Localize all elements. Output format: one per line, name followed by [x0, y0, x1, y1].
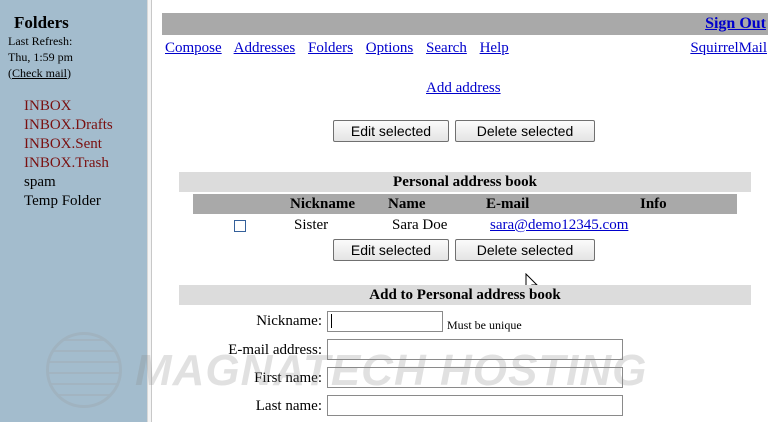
add-form-title: Add to Personal address book: [179, 285, 751, 305]
row-email-link[interactable]: sara@demo12345.com: [490, 217, 628, 234]
column-nickname: Nickname: [290, 196, 355, 212]
last-name-label: Last name:: [255, 398, 322, 414]
add-address-link[interactable]: Add address: [426, 80, 501, 97]
check-mail-paren-close: ): [66, 66, 71, 80]
folder-list: INBOX INBOX.Drafts INBOX.Sent INBOX.Tras…: [24, 97, 113, 211]
row-name: Sara Doe: [392, 217, 448, 233]
nickname-hint: Must be unique: [447, 318, 522, 332]
main-nav: Compose Addresses Folders Options Search…: [165, 40, 518, 57]
row-select-checkbox[interactable]: [234, 220, 246, 232]
first-name-input[interactable]: [327, 367, 623, 388]
last-refresh: Last Refresh: Thu, 1:59 pm (Check mail): [8, 33, 73, 81]
nickname-label: Nickname:: [256, 313, 322, 329]
address-book-title: Personal address book: [179, 172, 751, 192]
check-mail-link[interactable]: Check mail: [12, 66, 67, 80]
email-input[interactable]: [327, 339, 623, 360]
nav-search[interactable]: Search: [426, 40, 467, 56]
frame-divider[interactable]: [147, 0, 152, 422]
column-email: E-mail: [486, 196, 530, 212]
folder-inbox-drafts[interactable]: INBOX.Drafts: [24, 116, 113, 135]
delete-selected-button-top[interactable]: Delete selected: [455, 120, 595, 142]
folder-temp: Temp Folder: [24, 193, 101, 209]
column-name: Name: [388, 196, 426, 212]
nav-help[interactable]: Help: [480, 40, 509, 56]
first-name-label: First name:: [254, 370, 322, 386]
folder-spam: spam: [24, 174, 56, 190]
edit-selected-button[interactable]: Edit selected: [333, 239, 449, 261]
row-nickname: Sister: [294, 217, 329, 233]
sign-out-link[interactable]: Sign Out: [705, 15, 766, 33]
nav-addresses[interactable]: Addresses: [234, 40, 296, 56]
column-info: Info: [640, 196, 667, 212]
nav-options[interactable]: Options: [366, 40, 414, 56]
folder-inbox-trash[interactable]: INBOX.Trash: [24, 154, 113, 173]
text-cursor: [331, 314, 332, 328]
address-table-header: Nickname Name E-mail Info: [193, 194, 737, 214]
nickname-input[interactable]: [327, 311, 443, 332]
edit-selected-button-top[interactable]: Edit selected: [333, 120, 449, 142]
squirrelmail-link[interactable]: SquirrelMail: [690, 40, 767, 57]
email-label: E-mail address:: [228, 342, 322, 358]
nav-folders[interactable]: Folders: [308, 40, 353, 56]
top-bar: Sign Out: [162, 13, 768, 35]
last-refresh-time: Thu, 1:59 pm: [8, 50, 73, 64]
last-name-input[interactable]: [327, 395, 623, 416]
last-refresh-label: Last Refresh:: [8, 34, 73, 48]
sidebar-title: Folders: [14, 13, 69, 32]
folder-sidebar: Folders Last Refresh: Thu, 1:59 pm (Chec…: [0, 0, 147, 422]
nav-compose[interactable]: Compose: [165, 40, 222, 56]
folder-inbox[interactable]: INBOX: [24, 97, 113, 116]
delete-selected-button[interactable]: Delete selected: [455, 239, 595, 261]
folder-inbox-sent[interactable]: INBOX.Sent: [24, 135, 113, 154]
